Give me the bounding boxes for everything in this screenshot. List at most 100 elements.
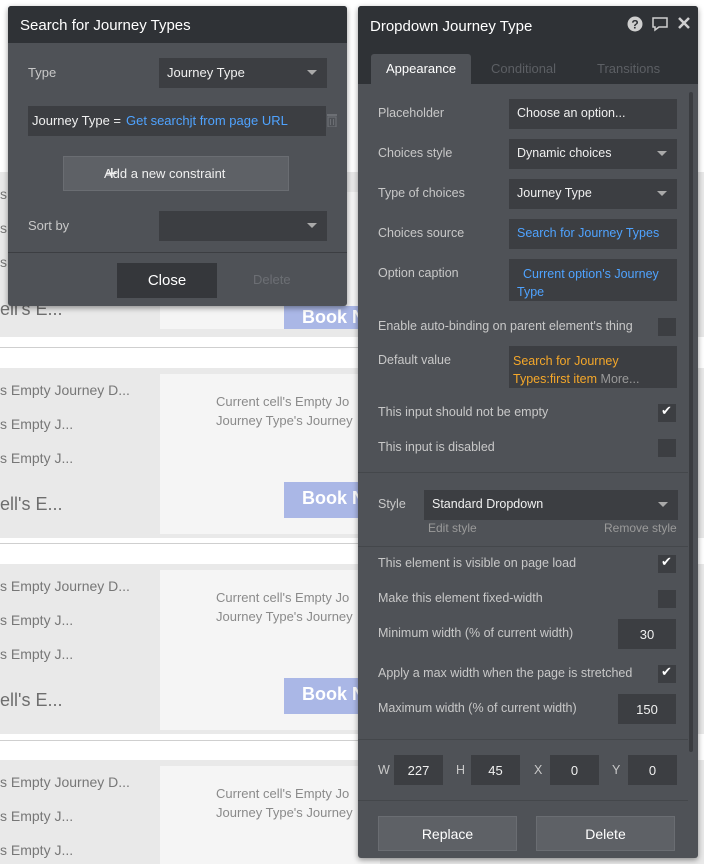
default-value-input[interactable]: Search for Journey Types:first item More… (509, 346, 677, 388)
divider (0, 543, 360, 544)
divider (0, 740, 360, 741)
default-value-label: Default value (378, 353, 451, 367)
cell-text: s Empty Journey D... (0, 382, 130, 398)
cell-text: s Empty J... (0, 646, 74, 662)
tab-conditional[interactable]: Conditional (476, 54, 571, 84)
scrollbar[interactable] (689, 92, 693, 752)
type-of-choices-dropdown[interactable]: Journey Type (509, 179, 677, 209)
y-input[interactable]: 0 (628, 755, 677, 785)
check-icon: ✔ (661, 403, 672, 418)
divider (0, 347, 360, 348)
caret-down-icon (307, 223, 317, 228)
height-input[interactable]: 45 (471, 755, 520, 785)
choices-source-label: Choices source (378, 226, 465, 240)
placeholder-input[interactable]: Choose an option... (509, 99, 677, 129)
not-empty-label: This input should not be empty (378, 405, 549, 419)
disabled-checkbox[interactable] (658, 439, 676, 457)
height-label: H (456, 763, 466, 777)
section-divider (358, 472, 688, 473)
cell-text: s (0, 186, 7, 202)
width-label: W (378, 763, 390, 777)
search-popup-footer: Close Delete (8, 252, 347, 306)
y-label: Y (612, 763, 621, 777)
help-icon[interactable]: ? (627, 16, 643, 36)
width-input[interactable]: 227 (394, 755, 443, 785)
type-label: Type (28, 65, 57, 80)
auto-binding-checkbox[interactable] (658, 318, 676, 336)
cell-text: s Empty J... (0, 450, 74, 466)
cell-card: Current cell's Empty Jo Journey Type's J… (160, 374, 394, 534)
choices-style-label: Choices style (378, 146, 453, 160)
delete-link[interactable]: Delete (253, 272, 291, 287)
remove-style-link[interactable]: Remove style (604, 521, 677, 535)
check-icon: ✔ (661, 664, 672, 679)
cell-card-text: Current cell's Empty Jo Journey Type's J… (216, 590, 353, 624)
cell-title: ell's E... (0, 690, 63, 710)
cell-card-text: Current cell's Empty Jo Journey Type's J… (216, 786, 353, 820)
fixed-width-checkbox[interactable] (658, 590, 676, 608)
option-caption-label: Option caption (378, 266, 459, 280)
tab-transitions[interactable]: Transitions (582, 54, 675, 84)
caret-down-icon (657, 151, 667, 156)
property-editor-title: Dropdown Journey Type (370, 18, 533, 35)
section-divider (358, 800, 688, 801)
comment-icon[interactable] (651, 16, 669, 36)
not-empty-checkbox[interactable]: ✔ (658, 403, 676, 422)
cell-text: s (0, 254, 7, 270)
sort-by-label: Sort by (28, 218, 70, 233)
max-width-apply-label: Apply a max width when the page is stret… (378, 666, 633, 680)
cell-text: s (0, 220, 7, 236)
type-dropdown[interactable]: Journey Type (159, 58, 327, 88)
cell-text: s Empty Journey D... (0, 578, 130, 594)
close-button[interactable]: Close (117, 263, 217, 298)
constraint-value[interactable]: Get searchjt from page URL (126, 113, 288, 128)
search-popup: Search for Journey Types Type Journey Ty… (8, 6, 347, 306)
caret-down-icon (657, 191, 667, 196)
choices-source-input[interactable]: Search for Journey Types (509, 219, 677, 249)
max-width-apply-checkbox[interactable]: ✔ (658, 664, 676, 683)
max-width-label: Maximum width (% of current width) (378, 701, 577, 715)
type-of-choices-label: Type of choices (378, 186, 465, 200)
cell-card: Current cell's Empty Jo Journey Type's J… (160, 766, 380, 864)
cell-text: s Empty J... (0, 842, 74, 858)
cell-title: ell's E... (0, 494, 63, 514)
delete-button[interactable]: Delete (536, 816, 675, 851)
search-popup-title[interactable]: Search for Journey Types (8, 6, 347, 43)
visible-on-load-checkbox[interactable]: ✔ (658, 554, 676, 573)
property-editor: Dropdown Journey Type ? Appearance Condi… (358, 6, 698, 858)
add-constraint-button[interactable]: + Add a new constraint (63, 156, 289, 191)
trash-icon[interactable] (326, 113, 338, 127)
caret-down-icon (658, 502, 668, 507)
constraint-row[interactable]: Journey Type = Get searchjt from page UR… (28, 106, 326, 136)
cell-text: s Empty J... (0, 808, 74, 824)
cell-text: s Empty Journey D... (0, 774, 130, 790)
style-label: Style (378, 497, 406, 511)
x-input[interactable]: 0 (550, 755, 599, 785)
edit-style-link[interactable]: Edit style (428, 521, 477, 535)
auto-binding-label: Enable auto-binding on parent element's … (378, 319, 633, 333)
option-caption-input[interactable]: Current option's Journey Type (509, 259, 677, 301)
disabled-label: This input is disabled (378, 440, 495, 454)
close-icon[interactable] (677, 16, 691, 34)
style-dropdown[interactable]: Standard Dropdown (424, 490, 678, 520)
cell-text: s Empty J... (0, 612, 74, 628)
max-width-input[interactable]: 150 (618, 694, 676, 724)
sort-by-dropdown[interactable] (159, 211, 327, 241)
replace-button[interactable]: Replace (378, 816, 517, 851)
fixed-width-label: Make this element fixed-width (378, 591, 543, 605)
choices-style-dropdown[interactable]: Dynamic choices (509, 139, 677, 169)
property-editor-header[interactable]: Dropdown Journey Type ? (358, 6, 698, 46)
cell-text: s Empty J... (0, 416, 74, 432)
cell-card: Current cell's Empty Jo Journey Type's J… (160, 570, 394, 730)
min-width-label: Minimum width (% of current width) (378, 626, 574, 640)
caret-down-icon (307, 70, 317, 75)
plus-icon: + (106, 163, 118, 185)
check-icon: ✔ (661, 554, 672, 569)
section-divider (358, 739, 688, 740)
section-divider (358, 546, 688, 547)
more-link[interactable]: More... (601, 372, 640, 386)
placeholder-label: Placeholder (378, 106, 445, 120)
tab-appearance[interactable]: Appearance (371, 54, 472, 84)
svg-text:?: ? (631, 18, 638, 32)
min-width-input[interactable]: 30 (618, 619, 676, 649)
